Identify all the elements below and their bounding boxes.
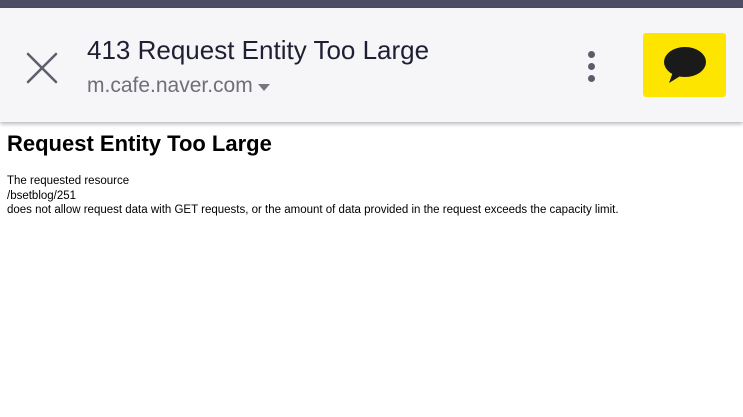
error-line-1: The requested resource: [7, 175, 130, 187]
url-text: m.cafe.naver.com: [87, 74, 253, 97]
caret-down-icon: [257, 83, 270, 91]
error-heading: Request Entity Too Large: [7, 131, 272, 156]
close-button[interactable]: [22, 48, 62, 88]
page-content: Request Entity Too Large The requested r…: [7, 128, 737, 218]
close-icon: [26, 52, 58, 84]
more-vertical-icon: [587, 50, 595, 58]
kakaotalk-speech-bubble-icon: [663, 47, 706, 83]
browser-toolbar: 413 Request Entity Too Large m.cafe.nave…: [0, 8, 743, 122]
page-title: 413 Request Entity Too Large: [87, 35, 430, 65]
kakaotalk-share-button[interactable]: [643, 33, 726, 97]
more-vertical-icon-dot: [587, 62, 595, 70]
more-vertical-icon-dot: [587, 74, 595, 82]
more-options-button[interactable]: [578, 46, 604, 86]
url-dropdown[interactable]: m.cafe.naver.com: [87, 74, 607, 98]
status-bar: [0, 0, 743, 8]
error-line-resource-path: /bsetblog/251: [7, 189, 77, 202]
title-area: 413 Request Entity Too Large m.cafe.nave…: [87, 34, 607, 98]
error-line-explanation: does not allow request data with GET req…: [7, 204, 619, 216]
